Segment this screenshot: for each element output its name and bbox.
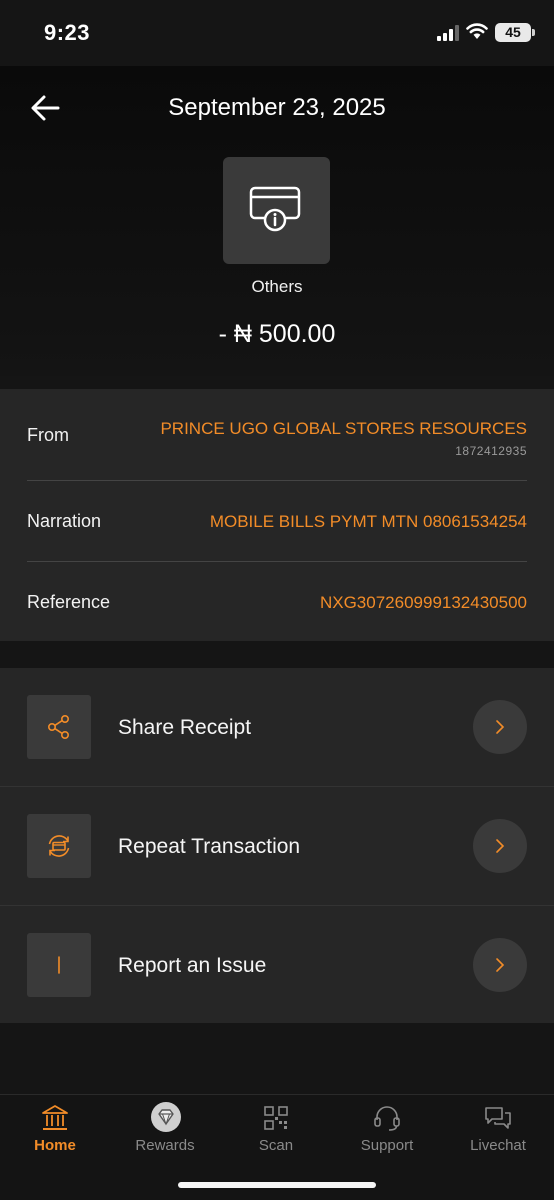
from-account-number: 1872412935 [455, 444, 527, 458]
nav-label: Livechat [470, 1137, 526, 1154]
transaction-amount: - ₦ 500.00 [218, 320, 336, 348]
transaction-detail-screen: 9:23 45 September 23, 2025 Others - ₦ 50… [0, 0, 554, 1200]
share-receipt-button[interactable]: Share Receipt [0, 668, 554, 786]
headset-icon [374, 1106, 400, 1131]
from-label: From [27, 425, 69, 445]
status-time: 9:23 [44, 20, 91, 45]
bank-icon [42, 1105, 68, 1130]
repeat-icon-box [27, 814, 91, 878]
category-label: Others [251, 277, 303, 296]
chevron-button[interactable] [473, 819, 527, 873]
home-indicator [178, 1182, 376, 1188]
detail-row-reference: Reference NXG307260999132430500 [27, 592, 527, 622]
chevron-button[interactable] [473, 700, 527, 754]
share-icon [47, 714, 70, 739]
reference-label: Reference [27, 592, 111, 612]
narration-label: Narration [27, 511, 102, 531]
narration-value: MOBILE BILLS PYMT MTN 08061534254 [209, 512, 527, 531]
nav-label: Support [360, 1137, 414, 1154]
nav-item-livechat[interactable]: Livechat [443, 1095, 553, 1165]
nav-item-support[interactable]: Support [332, 1095, 442, 1165]
nav-label: Scan [258, 1137, 294, 1154]
card-info-icon [249, 186, 301, 232]
chevron-right-icon [496, 839, 505, 853]
transaction-actions: Share Receipt Repeat Transaction Report … [0, 668, 554, 1023]
chevron-button[interactable] [473, 938, 527, 992]
action-label: Share Receipt [118, 716, 252, 739]
action-label: Repeat Transaction [118, 835, 301, 858]
battery-cap [532, 29, 535, 36]
nav-item-rewards[interactable]: Rewards [110, 1095, 220, 1165]
reference-value: NXG307260999132430500 [319, 593, 527, 612]
category-tile [223, 157, 330, 264]
transaction-details-card: From PRINCE UGO GLOBAL STORES RESOURCES … [0, 389, 554, 641]
signal-icon [437, 25, 459, 41]
detail-row-narration: Narration MOBILE BILLS PYMT MTN 08061534… [27, 511, 527, 541]
report-issue-icon [58, 956, 60, 974]
from-value: PRINCE UGO GLOBAL STORES RESOURCES [160, 419, 527, 438]
report-issue-button[interactable]: Report an Issue [0, 906, 554, 1024]
divider [27, 480, 527, 481]
qr-scan-icon [264, 1106, 288, 1130]
share-icon-box [27, 695, 91, 759]
battery-indicator: 45 [495, 23, 531, 42]
chat-icon [485, 1107, 511, 1129]
chevron-right-icon [496, 958, 505, 972]
action-label: Report an Issue [118, 954, 267, 977]
repeat-transaction-icon [48, 835, 70, 857]
nav-label: Rewards [135, 1137, 195, 1154]
nav-label: Home [34, 1137, 76, 1154]
report-icon-box [27, 933, 91, 997]
page-title: September 23, 2025 [168, 94, 386, 121]
transaction-header: September 23, 2025 Others - ₦ 500.00 [0, 66, 554, 376]
detail-row-from: From PRINCE UGO GLOBAL STORES RESOURCES … [27, 419, 527, 469]
chevron-right-icon [496, 720, 505, 734]
nav-item-home[interactable]: Home [0, 1095, 110, 1165]
wifi-icon [466, 23, 488, 39]
divider [27, 561, 527, 562]
status-bar: 9:23 45 [0, 0, 554, 66]
repeat-transaction-button[interactable]: Repeat Transaction [0, 787, 554, 905]
diamond-icon [151, 1102, 181, 1132]
nav-item-scan[interactable]: Scan [221, 1095, 331, 1165]
